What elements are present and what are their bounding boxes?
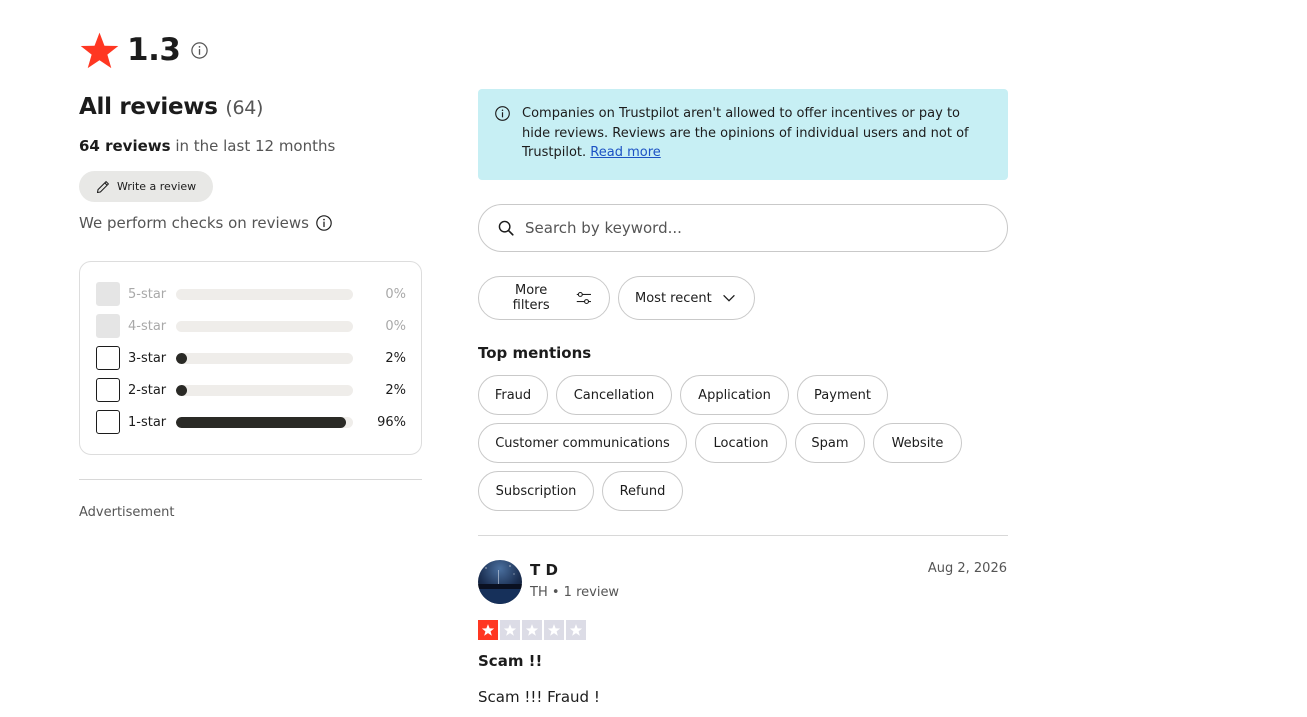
filter-checkbox-5-star <box>96 282 120 306</box>
all-reviews-heading: All reviews (64) <box>79 94 263 120</box>
star-icon <box>478 620 498 640</box>
more-filters-label: More filters <box>512 283 550 313</box>
star-icon <box>544 620 564 640</box>
distribution-percent: 0% <box>385 286 406 302</box>
star-icon <box>500 620 520 640</box>
star-icon <box>80 32 119 68</box>
distribution-bar <box>176 352 353 364</box>
info-icon <box>495 106 510 121</box>
distribution-percent: 96% <box>377 414 406 430</box>
mention-chip-location[interactable]: Location <box>695 423 787 463</box>
distribution-bar-fill <box>176 416 346 428</box>
reviews-last-12-months: 64 reviews in the last 12 months <box>79 137 335 155</box>
filter-checkbox-2-star[interactable] <box>96 378 120 402</box>
separator-dot: • <box>551 585 560 600</box>
reviewer-meta: TH • 1 review <box>530 585 619 600</box>
reviewer-name[interactable]: T D <box>530 561 558 579</box>
sliders-icon <box>577 291 592 305</box>
review-checks-info[interactable]: We perform checks on reviews <box>79 214 333 232</box>
top-mentions-heading: Top mentions <box>478 344 592 362</box>
search-icon <box>498 220 514 236</box>
overall-rating: 1.3 <box>79 28 209 72</box>
sort-dropdown[interactable]: Most recent <box>618 276 755 320</box>
distribution-percent: 2% <box>385 382 406 398</box>
last12-suffix: in the last 12 months <box>170 137 336 155</box>
divider <box>79 479 422 480</box>
mention-chip-spam[interactable]: Spam <box>795 423 865 463</box>
star-icon <box>566 620 586 640</box>
advertisement-label: Advertisement <box>79 505 175 520</box>
write-review-button[interactable]: Write a review <box>79 171 213 202</box>
chevron-down-icon <box>722 294 735 302</box>
distribution-percent: 0% <box>385 318 406 334</box>
all-reviews-count: (64) <box>225 97 264 119</box>
read-more-link[interactable]: Read more <box>590 145 660 160</box>
avatar-image <box>478 560 522 604</box>
distribution-row-3-star[interactable]: 3-star 2% <box>96 346 406 370</box>
distribution-bar-fill <box>176 384 187 396</box>
mention-chip-customer-communications[interactable]: Customer communications <box>478 423 687 463</box>
review-title[interactable]: Scam !! <box>478 652 542 670</box>
distribution-row-5-star: 5-star 0% <box>96 282 406 306</box>
search-box[interactable] <box>478 204 1008 252</box>
mention-chip-payment[interactable]: Payment <box>797 375 888 415</box>
filter-checkbox-3-star[interactable] <box>96 346 120 370</box>
write-review-label: Write a review <box>117 180 197 193</box>
rating-distribution: 5-star 0% 4-star 0% 3-star 2% 2-star 2% … <box>79 261 422 455</box>
distribution-bar <box>176 384 353 396</box>
reviewer-country: TH <box>530 585 548 600</box>
distribution-row-1-star[interactable]: 1-star 96% <box>96 410 406 434</box>
distribution-bar <box>176 288 353 300</box>
checks-label: We perform checks on reviews <box>79 214 309 232</box>
review-stars <box>478 620 586 640</box>
rating-value: 1.3 <box>127 32 181 68</box>
review-date: Aug 2, 2026 <box>927 561 1007 576</box>
search-input[interactable] <box>525 219 965 237</box>
info-icon[interactable] <box>190 41 209 60</box>
review-body: Scam !!! Fraud ! <box>478 688 600 706</box>
distribution-label: 1-star <box>128 414 167 430</box>
star-icon <box>522 620 542 640</box>
distribution-label: 2-star <box>128 382 167 398</box>
distribution-row-2-star[interactable]: 2-star 2% <box>96 378 406 402</box>
mention-chip-fraud[interactable]: Fraud <box>478 375 548 415</box>
last12-count: 64 reviews <box>79 137 171 155</box>
distribution-bar <box>176 416 353 428</box>
mention-chip-refund[interactable]: Refund <box>602 471 683 511</box>
mention-chip-cancellation[interactable]: Cancellation <box>556 375 672 415</box>
distribution-percent: 2% <box>385 350 406 366</box>
divider <box>478 535 1008 536</box>
notice-text: Companies on Trustpilot aren't allowed t… <box>522 106 969 160</box>
avatar[interactable] <box>478 560 522 604</box>
distribution-label: 5-star <box>128 286 167 302</box>
filter-checkbox-1-star[interactable] <box>96 410 120 434</box>
distribution-row-4-star: 4-star 0% <box>96 314 406 338</box>
incentives-notice: Companies on Trustpilot aren't allowed t… <box>478 89 1008 180</box>
distribution-label: 4-star <box>128 318 167 334</box>
reviewer-review-count: 1 review <box>563 585 620 600</box>
more-filters-button[interactable]: More filters <box>478 276 610 320</box>
mention-chip-subscription[interactable]: Subscription <box>478 471 594 511</box>
distribution-bar-fill <box>176 352 187 364</box>
distribution-bar <box>176 320 353 332</box>
pencil-icon <box>96 180 109 193</box>
all-reviews-label: All reviews <box>79 94 218 120</box>
distribution-label: 3-star <box>128 350 167 366</box>
filter-checkbox-4-star <box>96 314 120 338</box>
info-icon[interactable] <box>315 214 333 232</box>
mention-chip-website[interactable]: Website <box>873 423 962 463</box>
mention-chip-application[interactable]: Application <box>680 375 789 415</box>
sort-label: Most recent <box>635 290 712 306</box>
